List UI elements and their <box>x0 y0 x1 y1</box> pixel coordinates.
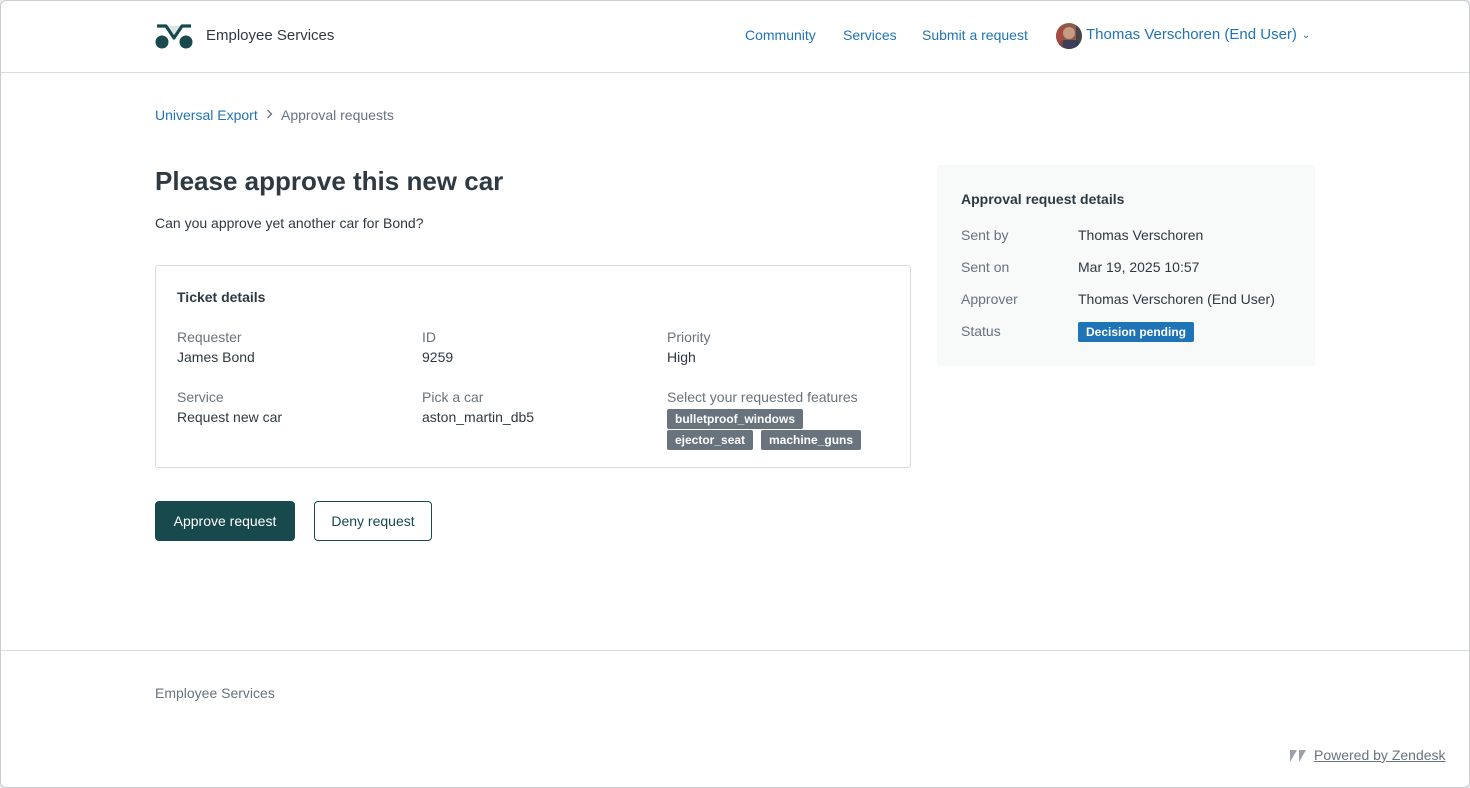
priority-label: Priority <box>667 329 711 345</box>
features-label: Select your requested features <box>667 389 858 405</box>
service-label: Service <box>177 389 224 405</box>
status-label: Status <box>961 323 1001 339</box>
sent-on-label: Sent on <box>961 259 1010 275</box>
sent-by-value: Thomas Verschoren <box>1078 227 1204 243</box>
footer-brand: Employee Services <box>155 685 275 701</box>
breadcrumb-current: Approval requests <box>281 107 394 123</box>
feature-tag: bulletproof_windows <box>667 409 803 429</box>
page-title: Please approve this new car <box>155 166 504 196</box>
approval-details-panel: Approval request details Sent by Thomas … <box>937 165 1315 366</box>
requester-value: James Bond <box>177 349 255 365</box>
powered-by-zendesk-link[interactable]: Powered by Zendesk <box>1314 747 1446 763</box>
feature-tag: ejector_seat <box>667 430 754 450</box>
sent-by-label: Sent by <box>961 227 1009 243</box>
site-header: Employee Services Community Services Sub… <box>1 1 1469 73</box>
ticket-details-heading: Ticket details <box>177 289 266 305</box>
feature-tag: machine_guns <box>761 430 862 450</box>
priority-value: High <box>667 349 696 365</box>
status-badge: Decision pending <box>1078 322 1195 342</box>
user-menu[interactable]: Thomas Verschoren (End User) ⌄ <box>1086 26 1310 43</box>
nav-community[interactable]: Community <box>745 27 816 43</box>
user-name: Thomas Verschoren (End User) <box>1086 26 1297 43</box>
approver-label: Approver <box>961 291 1018 307</box>
sent-on-value: Mar 19, 2025 10:57 <box>1078 259 1200 275</box>
approve-request-button[interactable]: Approve request <box>155 501 295 541</box>
user-avatar[interactable] <box>1056 23 1082 49</box>
chevron-down-icon: ⌄ <box>1301 30 1311 41</box>
site-footer: Employee Services Powered by Zendesk <box>1 650 1469 787</box>
deny-request-button[interactable]: Deny request <box>314 501 432 541</box>
service-value: Request new car <box>177 409 283 425</box>
brand-name[interactable]: Employee Services <box>206 27 334 44</box>
id-value: 9259 <box>422 349 454 365</box>
approver-value: Thomas Verschoren (End User) <box>1078 291 1275 307</box>
request-description: Can you approve yet another car for Bond… <box>155 215 424 231</box>
requester-label: Requester <box>177 329 242 345</box>
breadcrumb-parent[interactable]: Universal Export <box>155 107 258 123</box>
zendesk-logo-icon <box>1290 750 1306 762</box>
nav-submit-request[interactable]: Submit a request <box>922 27 1028 43</box>
approval-details-heading: Approval request details <box>961 191 1125 207</box>
page-frame: Employee Services Community Services Sub… <box>0 0 1470 788</box>
id-label: ID <box>422 329 436 345</box>
car-label: Pick a car <box>422 389 484 405</box>
ticket-details-card: Ticket details Requester James Bond ID 9… <box>155 265 911 468</box>
bicycle-logo-icon[interactable] <box>155 23 193 49</box>
car-value: aston_martin_db5 <box>422 409 535 425</box>
nav-services[interactable]: Services <box>843 27 897 43</box>
chevron-right-icon <box>267 109 273 119</box>
